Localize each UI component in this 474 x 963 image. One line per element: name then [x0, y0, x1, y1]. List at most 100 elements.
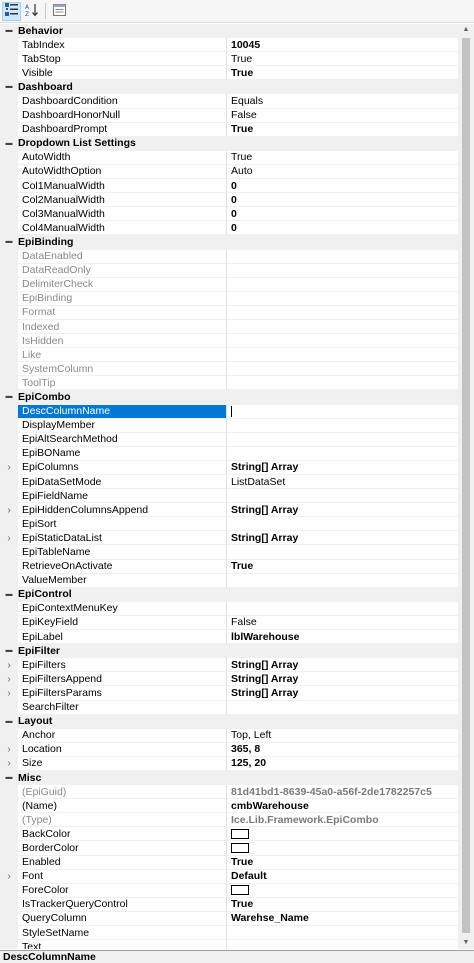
expand-arrow-icon[interactable]: ›	[0, 756, 18, 771]
property-name[interactable]: IsTrackerQueryControl	[18, 897, 227, 912]
property-name[interactable]: IsHidden	[18, 334, 227, 349]
property-value[interactable]: True	[227, 898, 458, 912]
category-layout[interactable]: ▬ Layout	[0, 714, 458, 729]
property-name[interactable]: Location	[18, 742, 227, 757]
property-value[interactable]	[227, 574, 458, 588]
property-row-dashboardhonornull[interactable]: DashboardHonorNull False	[0, 108, 458, 123]
property-value[interactable]	[227, 545, 458, 560]
property-name[interactable]: EpiHiddenColumnsAppend	[18, 503, 227, 518]
property-row-epistaticdatalist[interactable]: › EpiStaticDataList String[] Array	[0, 531, 458, 546]
property-name[interactable]: DelimiterCheck	[18, 277, 227, 292]
collapse-icon[interactable]: ▬	[0, 718, 18, 725]
property-value[interactable]: String[] Array	[227, 686, 458, 701]
property-name[interactable]: EpiContextMenuKey	[18, 601, 227, 616]
property-name[interactable]: Indexed	[18, 319, 227, 335]
property-value[interactable]: lblWarehouse	[227, 630, 458, 645]
property-value[interactable]	[227, 447, 458, 461]
property-name[interactable]: AutoWidthOption	[18, 164, 227, 180]
property-name[interactable]: EpiFilters	[18, 658, 227, 673]
property-name[interactable]: Format	[18, 305, 227, 320]
property-row-tabstop[interactable]: TabStop True	[0, 52, 458, 67]
property-row-col1manualwidth[interactable]: Col1ManualWidth 0	[0, 179, 458, 194]
property-name[interactable]: EpiFiltersParams	[18, 686, 227, 701]
property-row-format[interactable]: Format	[0, 305, 458, 320]
property-value[interactable]: 0	[227, 221, 458, 236]
property-name[interactable]: RetrieveOnActivate	[18, 559, 227, 574]
expand-arrow-icon[interactable]: ›	[0, 869, 18, 884]
property-row-epicolumns[interactable]: › EpiColumns String[] Array	[0, 460, 458, 475]
category-epibinding[interactable]: ▬ EpiBinding	[0, 235, 458, 250]
property-value[interactable]	[227, 433, 458, 447]
property-row-size[interactable]: › Size 125, 20	[0, 756, 458, 771]
property-value[interactable]	[227, 940, 458, 949]
property-name[interactable]: EpiSort	[18, 517, 227, 532]
property-name[interactable]: QueryColumn	[18, 911, 227, 926]
property-value[interactable]: False	[227, 109, 458, 123]
property-name[interactable]: ForeColor	[18, 883, 227, 898]
property-row-episort[interactable]: EpiSort	[0, 517, 458, 532]
property-name[interactable]: SearchFilter	[18, 700, 227, 715]
property-row-type[interactable]: (Type) Ice.Lib.Framework.EpiCombo	[0, 813, 458, 828]
property-row-delimitercheck[interactable]: DelimiterCheck	[0, 277, 458, 292]
property-row-systemcolumn[interactable]: SystemColumn	[0, 362, 458, 377]
property-row-dashboardprompt[interactable]: DashboardPrompt True	[0, 122, 458, 137]
property-name[interactable]: EpiTableName	[18, 545, 227, 560]
property-row-retrieveonactivate[interactable]: RetrieveOnActivate True	[0, 559, 458, 574]
color-swatch-value[interactable]	[227, 827, 458, 842]
property-value[interactable]: Equals	[227, 94, 458, 109]
property-row-epifiltersappend[interactable]: › EpiFiltersAppend String[] Array	[0, 672, 458, 687]
collapse-icon[interactable]: ▬	[0, 83, 18, 90]
collapse-icon[interactable]: ▬	[0, 140, 18, 147]
color-swatch-value[interactable]	[227, 884, 458, 898]
property-name[interactable]: StyleSetName	[18, 926, 227, 941]
property-row-dashboardcondition[interactable]: DashboardCondition Equals	[0, 94, 458, 109]
property-name[interactable]: BorderColor	[18, 841, 227, 856]
property-row-dataenabled[interactable]: DataEnabled	[0, 249, 458, 264]
property-name[interactable]: (Name)	[18, 799, 227, 814]
property-row-enabled[interactable]: Enabled True	[0, 855, 458, 870]
property-name[interactable]: Col4ManualWidth	[18, 221, 227, 236]
property-value[interactable]: 0	[227, 207, 458, 222]
property-value[interactable]: True	[227, 123, 458, 137]
property-row-epiboname[interactable]: EpiBOName	[0, 446, 458, 461]
property-row-col2manualwidth[interactable]: Col2ManualWidth 0	[0, 193, 458, 208]
property-name[interactable]: Enabled	[18, 855, 227, 870]
property-row-col3manualwidth[interactable]: Col3ManualWidth 0	[0, 207, 458, 222]
property-value[interactable]: cmbWarehouse	[227, 799, 458, 814]
expand-arrow-icon[interactable]: ›	[0, 503, 18, 518]
category-dropdown-list-settings[interactable]: ▬ Dropdown List Settings	[0, 136, 458, 151]
property-value[interactable]	[227, 489, 458, 504]
expand-arrow-icon[interactable]: ›	[0, 531, 18, 546]
property-name[interactable]: (EpiGuid)	[18, 785, 227, 800]
property-value[interactable]: Default	[227, 870, 458, 884]
property-name[interactable]: EpiAltSearchMethod	[18, 432, 227, 447]
property-name[interactable]: Size	[18, 756, 227, 771]
category-dashboard[interactable]: ▬ Dashboard	[0, 80, 458, 95]
collapse-icon[interactable]: ▬	[0, 27, 18, 34]
property-value[interactable]: String[] Array	[227, 672, 458, 687]
scroll-up-arrow-icon[interactable]: ▲	[458, 24, 474, 36]
property-name[interactable]: DataReadOnly	[18, 263, 227, 278]
property-value[interactable]: Warehse_Name	[227, 912, 458, 926]
property-row-epikeyfield[interactable]: EpiKeyField False	[0, 615, 458, 631]
property-row-epibinding[interactable]: EpiBinding	[0, 291, 458, 306]
property-value[interactable]: False	[227, 616, 458, 631]
property-name[interactable]: DataEnabled	[18, 249, 227, 264]
property-row-istrackerquerycontrol[interactable]: IsTrackerQueryControl True	[0, 897, 458, 912]
property-name[interactable]: ToolTip	[18, 376, 227, 391]
property-value[interactable]	[227, 419, 458, 433]
property-name[interactable]: EpiDataSetMode	[18, 475, 227, 490]
collapse-icon[interactable]: ▬	[0, 647, 18, 654]
property-name[interactable]: DashboardHonorNull	[18, 108, 227, 123]
property-row-epitablename[interactable]: EpiTableName	[0, 545, 458, 560]
property-row-location[interactable]: › Location 365, 8	[0, 742, 458, 757]
property-value[interactable]: String[] Array	[227, 531, 458, 546]
property-value[interactable]: True	[227, 560, 458, 574]
property-name[interactable]: EpiKeyField	[18, 615, 227, 631]
property-row-autowidthoption[interactable]: AutoWidthOption Auto	[0, 164, 458, 180]
property-value[interactable]	[227, 602, 458, 616]
property-name[interactable]: BackColor	[18, 827, 227, 842]
category-epicontrol[interactable]: ▬ EpiControl	[0, 587, 458, 602]
property-row-forecolor[interactable]: ForeColor	[0, 883, 458, 898]
property-value[interactable]: 125, 20	[227, 757, 458, 771]
